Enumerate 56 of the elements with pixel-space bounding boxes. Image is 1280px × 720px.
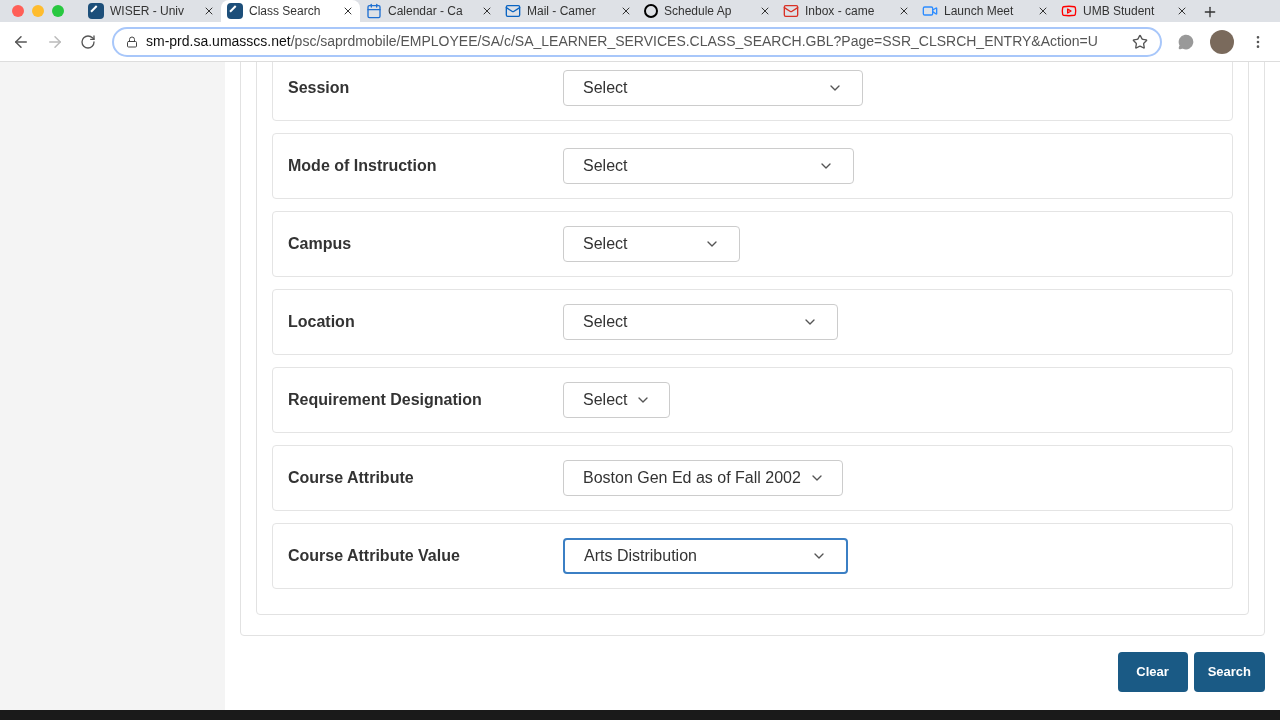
mail-icon	[783, 3, 799, 19]
tab-title: Mail - Camer	[527, 3, 597, 20]
browser-tab[interactable]: Inbox - came	[777, 0, 916, 22]
field-label: Mode of Instruction	[288, 156, 438, 176]
close-icon[interactable]	[342, 5, 354, 17]
close-icon[interactable]	[620, 5, 632, 17]
close-icon[interactable]	[1037, 5, 1049, 17]
lock-icon	[126, 35, 138, 48]
select-dropdown[interactable]: Select	[563, 148, 854, 184]
url-text: sm-prd.sa.umasscs.net/psc/saprdmobile/EMPLOYEE/SA/c/SA_LEARNER_SERVICES.CLASS_SEARCH.GBL?Page=SSR_CLSRCH_ENTRY&Action=U	[146, 32, 1099, 51]
tab-title: Schedule Ap	[664, 3, 733, 20]
field-label: Session	[288, 78, 351, 98]
select-dropdown[interactable]: Boston Gen Ed as of Fall 2002	[563, 460, 843, 496]
mail-icon	[505, 3, 521, 19]
logo-icon	[227, 3, 243, 19]
browser-tab[interactable]: Mail - Camer	[499, 0, 638, 22]
select-dropdown[interactable]: Arts Distribution	[563, 538, 848, 574]
field-label: Requirement Designation	[288, 390, 483, 410]
select-dropdown[interactable]: Select	[563, 304, 838, 340]
tab-title: UMB Student	[1083, 3, 1156, 20]
speech-bubble-icon[interactable]	[1178, 33, 1194, 50]
tab-title: WISER - Univ	[110, 3, 185, 20]
field-label: Location	[288, 312, 356, 332]
select-dropdown[interactable]: Select	[563, 226, 740, 262]
close-icon[interactable]	[481, 5, 493, 17]
select-dropdown[interactable]: Select	[563, 70, 863, 106]
tab-title: Calendar - Ca	[388, 3, 464, 20]
close-icon[interactable]	[1176, 5, 1188, 17]
play-icon	[1061, 3, 1077, 19]
reload-icon[interactable]	[80, 33, 96, 50]
bookmark-star-icon[interactable]	[1132, 33, 1148, 50]
close-icon[interactable]	[203, 5, 215, 17]
close-icon[interactable]	[898, 5, 910, 17]
action-button[interactable]: Search	[1193, 652, 1265, 692]
avatar[interactable]	[1210, 29, 1234, 54]
new-tab-icon[interactable]	[1202, 4, 1218, 20]
field-label: Course Attribute	[288, 468, 415, 488]
select-dropdown[interactable]: Select	[563, 382, 670, 418]
browser-tab[interactable]: Class Search	[221, 0, 360, 22]
address-bar[interactable]: sm-prd.sa.umasscs.net/psc/saprdmobile/EMPLOYEE/SA/c/SA_LEARNER_SERVICES.CLASS_SEARCH.GBL?Page=SSR_CLSRCH_ENTRY&Action=U	[112, 26, 1162, 57]
tab-title: Inbox - came	[805, 3, 876, 20]
field-label: Course Attribute Value	[288, 546, 461, 566]
field-label: Campus	[288, 234, 353, 254]
browser-tab[interactable]: UMB Student	[1055, 0, 1194, 22]
close-icon[interactable]	[759, 5, 771, 17]
action-button[interactable]: Clear	[1117, 652, 1188, 692]
logo-icon	[88, 3, 104, 19]
browser-tab[interactable]: Calendar - Ca	[360, 0, 499, 22]
tab-title: Class Search	[249, 3, 322, 20]
tab-title: Launch Meet	[944, 3, 1015, 20]
browser-tab[interactable]: WISER - Univ	[82, 0, 221, 22]
calendar-icon	[366, 3, 382, 19]
video-camera-icon	[922, 3, 938, 19]
browser-tab[interactable]: Schedule Ap	[638, 0, 777, 22]
ring-icon	[644, 4, 658, 18]
browser-tab[interactable]: Launch Meet	[916, 0, 1055, 22]
